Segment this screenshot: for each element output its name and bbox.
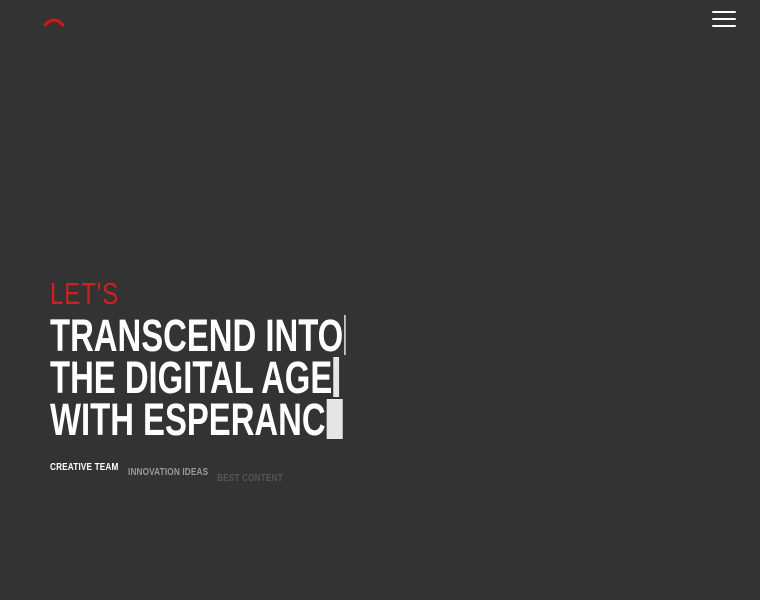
feature-creative-team: CREATIVE TEAM — [50, 462, 119, 473]
menu-bar — [712, 25, 736, 27]
page: LET'S TRANSCEND INTO THE DIGITAL AGE WIT… — [0, 0, 760, 600]
headline-line-1: TRANSCEND INTO — [50, 313, 346, 358]
logo-icon[interactable] — [43, 17, 65, 27]
hero-section: LET'S TRANSCEND INTO THE DIGITAL AGE WIT… — [50, 276, 455, 442]
headline-line-2: THE DIGITAL AGE — [50, 355, 345, 400]
menu-bar — [712, 18, 736, 20]
menu-bar — [712, 11, 736, 13]
hamburger-menu-button[interactable] — [710, 9, 738, 29]
hero-headline: TRANSCEND INTO THE DIGITAL AGE WITH ESPE… — [50, 313, 346, 442]
typing-caret — [326, 399, 343, 439]
hero-lead-text: LET'S — [50, 276, 119, 311]
headline-line-3-text: WITH ESPERANC — [50, 394, 326, 445]
headline-line-3: WITH ESPERANC — [50, 397, 345, 442]
feature-innovation-ideas: INNOVATION IDEAS — [128, 467, 209, 478]
feature-best-content: BEST CONTENT — [217, 473, 283, 484]
typing-caret — [343, 315, 346, 355]
typing-caret — [333, 357, 339, 397]
